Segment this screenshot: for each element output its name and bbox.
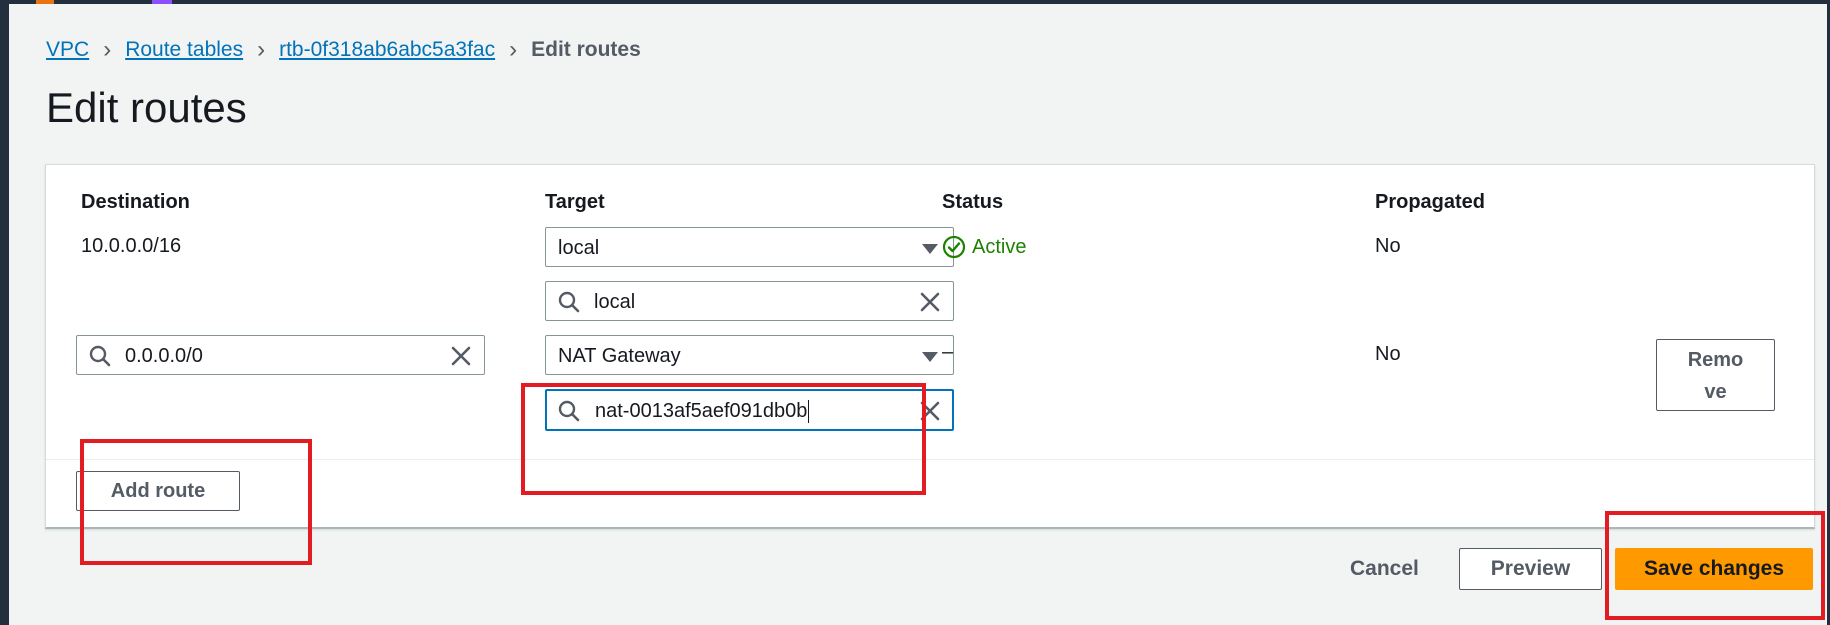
breadcrumb-link-route-tables[interactable]: Route tables — [125, 38, 243, 62]
route-1-destination: 10.0.0.0/16 — [81, 235, 182, 257]
route-1-status-label: Active — [972, 235, 1027, 258]
clear-icon[interactable] — [919, 291, 941, 313]
check-circle-icon — [942, 235, 966, 259]
remove-route-label-line2: ve — [1704, 381, 1727, 403]
route-2-status: – — [942, 341, 954, 363]
remove-route-label-line1: Remo — [1687, 349, 1744, 371]
route-2-destination-input[interactable]: 0.0.0.0/0 — [76, 335, 485, 375]
breadcrumb-link-vpc[interactable]: VPC — [46, 38, 89, 62]
search-icon — [89, 345, 111, 367]
clear-icon[interactable] — [450, 345, 472, 367]
column-header-propagated: Propagated — [1375, 191, 1486, 213]
clear-icon[interactable] — [919, 400, 941, 422]
add-route-button[interactable]: Add route — [76, 471, 240, 511]
route-2-target-select[interactable]: NAT Gateway — [545, 335, 954, 375]
route-2-target-search-value: nat-0013af5aef091db0b — [595, 400, 810, 423]
nav-accent-orange — [36, 0, 54, 4]
chevron-right-icon: › — [257, 36, 266, 63]
route-2-target-search[interactable]: nat-0013af5aef091db0b — [545, 389, 954, 431]
breadcrumb-current: Edit routes — [531, 38, 641, 61]
route-1-target-search[interactable]: local — [545, 281, 954, 321]
caret-down-icon — [919, 345, 941, 367]
route-2-propagated: No — [1375, 343, 1401, 365]
caret-down-icon — [919, 237, 941, 259]
save-changes-button[interactable]: Save changes — [1615, 548, 1813, 590]
route-1-target-select-value: local — [558, 237, 600, 259]
route-2-target-select-value: NAT Gateway — [558, 345, 681, 367]
page-title: Edit routes — [46, 84, 247, 131]
search-icon — [558, 400, 580, 422]
column-header-target: Target — [545, 191, 605, 213]
nav-accent-purple — [152, 0, 172, 4]
route-1-target-select[interactable]: local — [545, 227, 954, 267]
route-1-target-search-value: local — [594, 291, 636, 313]
remove-route-button[interactable]: Remo ve — [1656, 339, 1775, 411]
cancel-button[interactable]: Cancel — [1350, 557, 1419, 581]
search-icon — [558, 291, 580, 313]
routes-panel: Destination Target Status Propagated 10.… — [45, 164, 1815, 529]
column-header-status: Status — [942, 191, 1004, 213]
route-1-propagated: No — [1375, 235, 1401, 257]
chevron-right-icon: › — [103, 36, 112, 63]
panel-divider — [46, 459, 1814, 460]
breadcrumb-link-route-table-id[interactable]: rtb-0f318ab6abc5a3fac — [279, 38, 495, 62]
route-1-status: Active — [942, 235, 1026, 259]
route-2-destination-value: 0.0.0.0/0 — [125, 345, 203, 367]
column-header-destination: Destination — [81, 191, 190, 213]
preview-button[interactable]: Preview — [1459, 548, 1602, 590]
left-edge — [0, 0, 9, 625]
breadcrumb: VPC › Route tables › rtb-0f318ab6abc5a3f… — [46, 36, 641, 64]
chevron-right-icon: › — [509, 36, 518, 63]
top-navigation-bar — [0, 0, 1830, 4]
